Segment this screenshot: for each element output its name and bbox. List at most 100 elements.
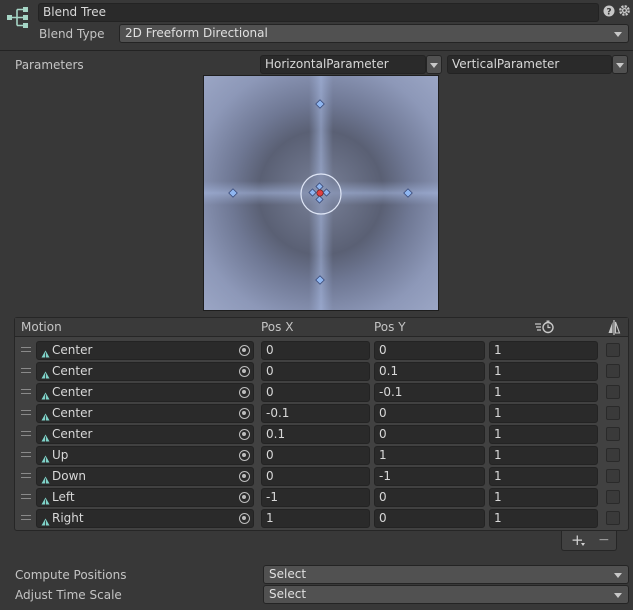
adjust-time-scale-label: Adjust Time Scale: [15, 588, 122, 602]
motion-name: Center: [52, 343, 93, 357]
mirror-checkbox[interactable]: [606, 406, 620, 420]
drag-handle-icon[interactable]: [21, 431, 31, 436]
time-scale-input[interactable]: 1: [489, 446, 598, 465]
time-scale-input[interactable]: 1: [489, 509, 598, 528]
motion-field[interactable]: Center: [36, 383, 254, 402]
time-scale-input[interactable]: 1: [489, 404, 598, 423]
mirror-checkbox[interactable]: [606, 490, 620, 504]
time-scale-icon: [534, 320, 556, 334]
add-motion-button[interactable]: +: [571, 532, 587, 548]
blend-tree-node-icon: [5, 4, 31, 30]
vertical-parameter-dropdown[interactable]: [612, 55, 628, 74]
time-scale-input[interactable]: 1: [489, 341, 598, 360]
drag-handle-icon[interactable]: [21, 494, 31, 499]
help-icon[interactable]: ?: [603, 5, 615, 18]
pos-y-input[interactable]: 0: [374, 425, 485, 444]
svg-text:?: ?: [606, 8, 611, 18]
time-scale-input[interactable]: 1: [489, 467, 598, 486]
motion-name: Right: [52, 511, 84, 525]
motion-name: Center: [52, 364, 93, 378]
mirror-checkbox[interactable]: [606, 364, 620, 378]
mirror-checkbox[interactable]: [606, 427, 620, 441]
horizontal-parameter-field[interactable]: HorizontalParameter: [260, 55, 426, 74]
object-picker-icon[interactable]: [239, 345, 250, 356]
mirror-checkbox[interactable]: [606, 343, 620, 357]
table-row: Left -1 0 1: [15, 487, 628, 508]
object-picker-icon[interactable]: [239, 513, 250, 524]
time-scale-input[interactable]: 1: [489, 362, 598, 381]
drag-handle-icon[interactable]: [21, 452, 31, 457]
drag-handle-icon[interactable]: [21, 347, 31, 352]
pos-y-input[interactable]: 0: [374, 488, 485, 507]
motion-field[interactable]: Center: [36, 362, 254, 381]
object-picker-icon[interactable]: [239, 429, 250, 440]
pos-x-input[interactable]: 0: [261, 467, 370, 486]
motion-field[interactable]: Center: [36, 425, 254, 444]
gear-icon[interactable]: [618, 4, 631, 17]
time-scale-input[interactable]: 1: [489, 488, 598, 507]
pos-y-input[interactable]: 0: [374, 404, 485, 423]
pos-x-input[interactable]: -1: [261, 488, 370, 507]
pos-x-input[interactable]: 0: [261, 383, 370, 402]
object-picker-icon[interactable]: [239, 366, 250, 377]
chevron-down-icon: [430, 63, 438, 68]
motion-name: Center: [52, 406, 93, 420]
chevron-down-icon: [614, 32, 622, 37]
pos-y-input[interactable]: -1: [374, 467, 485, 486]
pos-x-input[interactable]: 0: [261, 446, 370, 465]
object-picker-icon[interactable]: [239, 492, 250, 503]
mirror-checkbox[interactable]: [606, 511, 620, 525]
animation-clip-icon: [41, 515, 50, 526]
compute-positions-dropdown[interactable]: Select: [263, 565, 629, 584]
table-row: Right 1 0 1: [15, 508, 628, 529]
motion-table: Motion Pos X Pos Y Center 0 0 1 Center 0 0.1 1 C…: [14, 317, 629, 531]
col-motion-header: Motion: [21, 320, 62, 334]
mirror-checkbox[interactable]: [606, 385, 620, 399]
pos-y-input[interactable]: 0: [374, 341, 485, 360]
object-picker-icon[interactable]: [239, 450, 250, 461]
time-scale-input[interactable]: 1: [489, 425, 598, 444]
motion-name: Center: [52, 385, 93, 399]
motion-field[interactable]: Center: [36, 404, 254, 423]
mirror-checkbox[interactable]: [606, 469, 620, 483]
pos-x-input[interactable]: 1: [261, 509, 370, 528]
time-scale-input[interactable]: 1: [489, 383, 598, 402]
drag-handle-icon[interactable]: [21, 410, 31, 415]
drag-handle-icon[interactable]: [21, 389, 31, 394]
drag-handle-icon[interactable]: [21, 368, 31, 373]
remove-motion-button[interactable]: −: [598, 532, 610, 548]
pos-y-input[interactable]: -0.1: [374, 383, 485, 402]
pos-x-input[interactable]: 0: [261, 341, 370, 360]
motion-field[interactable]: Center: [36, 341, 254, 360]
adjust-time-scale-dropdown[interactable]: Select: [263, 585, 629, 604]
motion-name: Center: [52, 427, 93, 441]
motion-field[interactable]: Up: [36, 446, 254, 465]
object-picker-icon[interactable]: [239, 387, 250, 398]
object-picker-icon[interactable]: [239, 471, 250, 482]
object-picker-icon[interactable]: [239, 408, 250, 419]
drag-handle-icon[interactable]: [21, 515, 31, 520]
animation-clip-icon: [41, 347, 50, 358]
pos-y-input[interactable]: 0.1: [374, 362, 485, 381]
motion-field[interactable]: Left: [36, 488, 254, 507]
animation-clip-icon: [41, 431, 50, 442]
drag-handle-icon[interactable]: [21, 473, 31, 478]
pos-x-input[interactable]: 0.1: [261, 425, 370, 444]
animation-clip-icon: [41, 473, 50, 484]
vertical-parameter-field[interactable]: VerticalParameter: [447, 55, 612, 74]
pos-y-input[interactable]: 1: [374, 446, 485, 465]
motion-field[interactable]: Down: [36, 467, 254, 486]
animation-clip-icon: [41, 410, 50, 421]
pos-y-input[interactable]: 0: [374, 509, 485, 528]
blend-space-graph-svg: [204, 76, 438, 310]
pos-x-input[interactable]: 0: [261, 362, 370, 381]
blend-space-graph[interactable]: [203, 75, 439, 311]
mirror-checkbox[interactable]: [606, 448, 620, 462]
blend-type-dropdown[interactable]: 2D Freeform Directional: [119, 24, 629, 43]
pos-x-input[interactable]: -0.1: [261, 404, 370, 423]
horizontal-parameter-dropdown[interactable]: [426, 55, 442, 74]
motion-field[interactable]: Right: [36, 509, 254, 528]
table-row: Center 0.1 0 1: [15, 424, 628, 445]
blend-tree-name-field[interactable]: Blend Tree: [38, 3, 599, 22]
table-row: Up 0 1 1: [15, 445, 628, 466]
